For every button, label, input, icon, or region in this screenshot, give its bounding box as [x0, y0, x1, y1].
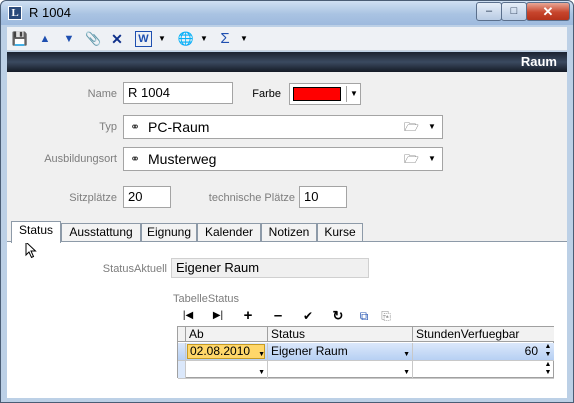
- status-cell[interactable]: Eigener Raum ▼: [268, 343, 413, 361]
- minimize-button[interactable]: –: [476, 2, 502, 21]
- title-bar: L R 1004 – □ ✕: [1, 1, 573, 25]
- new-ab-cell[interactable]: ▼: [186, 361, 268, 379]
- spinner-icon[interactable]: ▲ ▼: [543, 343, 553, 360]
- page-title: Raum: [520, 54, 557, 69]
- tab-kalender[interactable]: Kalender: [197, 223, 261, 242]
- header-band: Raum: [7, 52, 567, 72]
- window-title: R 1004: [29, 5, 71, 20]
- maximize-button[interactable]: □: [501, 2, 527, 21]
- first-record-icon[interactable]: |◀: [179, 308, 197, 324]
- row-indicator[interactable]: [178, 343, 186, 361]
- move-up-icon[interactable]: ▲: [37, 30, 53, 48]
- word-export-dropdown-icon[interactable]: ▼: [157, 30, 167, 48]
- column-header-stunden[interactable]: StundenVerfuegbar: [413, 327, 554, 342]
- add-record-icon[interactable]: +: [239, 308, 257, 324]
- link-icon: ⚭: [129, 152, 141, 166]
- stunden-cell-value: 60: [524, 344, 538, 358]
- delete-icon[interactable]: ✕: [109, 30, 125, 48]
- status-table: Ab Status StundenVerfuegbar 02.08.2010 ▼…: [177, 326, 554, 379]
- typ-label: Typ: [99, 121, 117, 133]
- ausbildungsort-combobox[interactable]: ⚭ Musterweg 🗁 ▼: [123, 147, 443, 171]
- tab-eignung[interactable]: Eignung: [141, 223, 197, 242]
- move-down-icon[interactable]: ▼: [61, 30, 77, 48]
- confirm-icon[interactable]: ✔: [299, 308, 317, 324]
- technische-plaetze-field[interactable]: 10: [299, 186, 347, 208]
- tab-ausstattung[interactable]: Ausstattung: [61, 223, 141, 242]
- column-header-ab[interactable]: Ab: [186, 327, 268, 342]
- ausbildungsort-value: Musterweg: [148, 151, 217, 167]
- color-picker[interactable]: ▼: [289, 83, 361, 105]
- attach-icon[interactable]: 📎: [85, 30, 101, 48]
- chevron-down-icon[interactable]: ▼: [258, 364, 265, 381]
- status-aktuell-field: Eigener Raum: [171, 258, 369, 278]
- typ-value: PC-Raum: [148, 119, 210, 135]
- ab-cell[interactable]: 02.08.2010: [187, 344, 265, 359]
- typ-combobox[interactable]: ⚭ PC-Raum 🗁 ▼: [123, 115, 443, 139]
- sitzplaetze-label: Sitzplätze: [69, 192, 117, 204]
- toolbar: 💾 ▲ ▼ 📎 ✕ W ▼ 🌐 ▼ Σ ▼: [7, 27, 567, 51]
- sum-dropdown-icon[interactable]: ▼: [239, 30, 249, 48]
- app-icon: L: [8, 6, 22, 20]
- main-window: L R 1004 – □ ✕ 💾 ▲ ▼ 📎 ✕ W ▼ 🌐 ▼ Σ ▼ Rau…: [0, 0, 574, 403]
- tabelle-status-label: TabelleStatus: [173, 293, 240, 305]
- sitzplaetze-field[interactable]: 20: [123, 186, 171, 208]
- mouse-cursor-icon: [25, 241, 37, 259]
- stunden-cell[interactable]: 60 ▲ ▼: [413, 343, 554, 361]
- technische-plaetze-label: technische Plätze: [208, 192, 295, 204]
- column-header-status[interactable]: Status: [268, 327, 413, 342]
- tab-notizen[interactable]: Notizen: [261, 223, 317, 242]
- name-label: Name: [87, 88, 117, 100]
- paste-icon[interactable]: ⎘: [377, 308, 395, 324]
- row-indicator[interactable]: [178, 361, 186, 379]
- world-icon[interactable]: 🌐: [177, 30, 195, 48]
- refresh-icon[interactable]: ↻: [329, 308, 347, 324]
- status-cell-value: Eigener Raum: [271, 344, 348, 358]
- world-dropdown-icon[interactable]: ▼: [199, 30, 209, 48]
- folder-open-icon[interactable]: 🗁: [404, 119, 422, 135]
- copy-icon[interactable]: ⧉: [355, 308, 373, 324]
- chevron-down-icon[interactable]: ▼: [403, 364, 410, 381]
- name-field[interactable]: R 1004: [123, 82, 233, 104]
- new-status-cell[interactable]: ▼: [268, 361, 413, 379]
- remove-record-icon[interactable]: –: [269, 308, 287, 324]
- tab-kurse[interactable]: Kurse: [317, 223, 363, 242]
- save-icon[interactable]: 💾: [11, 30, 29, 48]
- word-export-icon[interactable]: W: [135, 31, 152, 47]
- new-stunden-cell[interactable]: ▲ ▼: [413, 361, 554, 379]
- tab-status[interactable]: Status: [11, 221, 61, 243]
- color-swatch: [293, 87, 341, 101]
- ausbildungsort-label: Ausbildungsort: [44, 153, 117, 165]
- chevron-down-icon[interactable]: ▼: [425, 151, 439, 167]
- sum-icon[interactable]: Σ: [217, 30, 233, 48]
- last-record-icon[interactable]: ▶|: [209, 308, 227, 324]
- chevron-down-icon[interactable]: ▼: [348, 86, 360, 102]
- status-aktuell-label: StatusAktuell: [102, 263, 167, 275]
- farbe-label: Farbe: [252, 88, 281, 100]
- table-row[interactable]: 02.08.2010 ▼: [186, 343, 268, 361]
- folder-open-icon[interactable]: 🗁: [404, 151, 422, 167]
- spinner-icon[interactable]: ▲ ▼: [543, 361, 553, 378]
- chevron-down-icon[interactable]: ▼: [425, 119, 439, 135]
- link-icon: ⚭: [129, 120, 141, 134]
- close-button[interactable]: ✕: [526, 2, 570, 21]
